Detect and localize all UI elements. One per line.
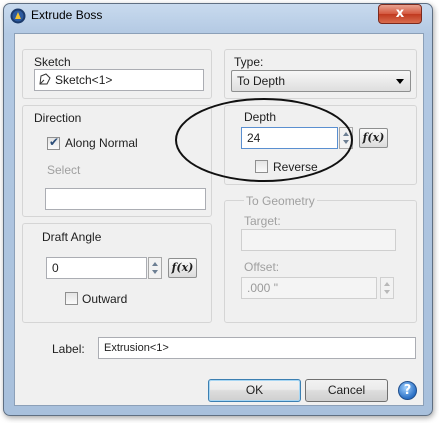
- offset-input[interactable]: .000 ": [241, 277, 377, 299]
- close-button[interactable]: x: [378, 4, 422, 24]
- to-geometry-label: To Geometry: [244, 194, 317, 208]
- sketch-field[interactable]: Sketch<1>: [34, 69, 204, 91]
- ok-button[interactable]: OK: [208, 379, 301, 402]
- window-title: Extrude Boss: [31, 8, 103, 22]
- type-dropdown[interactable]: To Depth: [231, 70, 411, 92]
- draft-angle-spinner[interactable]: [148, 257, 162, 279]
- sketch-field-value: Sketch<1>: [55, 73, 113, 87]
- select-label: Select: [47, 163, 81, 177]
- target-label: Target:: [244, 214, 281, 228]
- select-field[interactable]: [45, 188, 206, 210]
- help-icon[interactable]: ?: [398, 381, 417, 400]
- draft-angle-input[interactable]: 0: [46, 257, 147, 279]
- spin-down-icon: [384, 290, 390, 294]
- highlight-ellipse: [175, 98, 353, 182]
- type-dropdown-value: To Depth: [237, 74, 286, 88]
- along-normal-checkbox[interactable]: [47, 135, 60, 150]
- sketch-icon: [39, 73, 51, 85]
- type-label: Type:: [234, 55, 264, 69]
- spin-up-icon: [152, 262, 158, 266]
- extrude-app-icon: [10, 8, 26, 24]
- outward-label: Outward: [82, 292, 128, 306]
- outward-checkbox[interactable]: [65, 292, 78, 305]
- chevron-down-icon: [396, 79, 404, 84]
- spin-up-icon: [384, 282, 390, 286]
- draft-angle-function-button[interactable]: f(x): [168, 258, 197, 278]
- label-field[interactable]: Extrusion<1>: [98, 337, 416, 359]
- target-field[interactable]: [241, 229, 396, 251]
- offset-spinner[interactable]: [380, 277, 394, 299]
- direction-group-label: Direction: [34, 111, 82, 125]
- label-field-label: Label:: [52, 342, 85, 356]
- sketch-label: Sketch: [34, 55, 71, 69]
- spin-down-icon: [152, 270, 158, 274]
- depth-function-button[interactable]: f(x): [359, 128, 388, 148]
- along-normal-label: Along Normal: [65, 136, 138, 150]
- offset-label: Offset:: [244, 260, 280, 274]
- draft-angle-label: Draft Angle: [42, 230, 102, 244]
- cancel-button[interactable]: Cancel: [305, 379, 388, 402]
